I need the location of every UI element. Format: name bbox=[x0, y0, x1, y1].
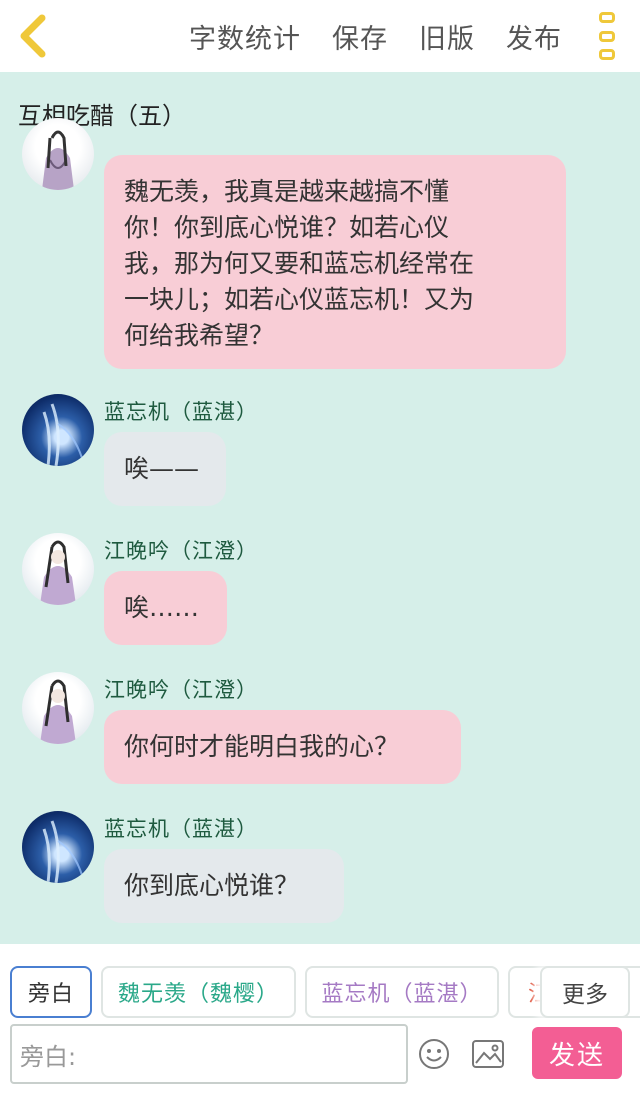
message-input[interactable]: 旁白: bbox=[10, 1024, 408, 1084]
message-bubble: 你到底心悦谁？ bbox=[104, 849, 344, 923]
back-button[interactable] bbox=[12, 12, 56, 60]
lan-wangji-avatar[interactable] bbox=[22, 811, 94, 883]
chevron-left-icon bbox=[20, 14, 46, 58]
message-bubble: 你何时才能明白我的心？ bbox=[104, 710, 461, 784]
message-line: 何给我希望？ bbox=[124, 321, 275, 350]
top-toolbar: 字数统计 保存 旧版 发布 bbox=[0, 0, 640, 72]
emoji-icon[interactable] bbox=[418, 1038, 450, 1070]
speaker-name: 蓝忘机（蓝湛） bbox=[104, 400, 258, 424]
jiang-wanyin-avatar[interactable] bbox=[22, 672, 94, 744]
message-bubble: 唉—— bbox=[104, 432, 226, 506]
more-roles-button[interactable]: 更多 bbox=[540, 966, 630, 1018]
role-chip-narration[interactable]: 旁白 bbox=[10, 966, 92, 1018]
speaker-name: 江晚吟（江澄） bbox=[104, 678, 258, 702]
message-line: 一块儿；如若心仪蓝忘机！又为 bbox=[124, 285, 475, 314]
role-chip-lan-wangji[interactable]: 蓝忘机（蓝湛） bbox=[305, 966, 499, 1018]
wei-wuxian-avatar[interactable] bbox=[22, 118, 94, 190]
message-bubble: 唉…… bbox=[104, 571, 227, 645]
speaker-name: 江晚吟（江澄） bbox=[104, 539, 258, 563]
word-count-button[interactable]: 字数统计 bbox=[189, 17, 301, 56]
vertical-dots-icon[interactable] bbox=[596, 12, 618, 60]
compose-panel: 旁白 魏无羡（魏樱） 蓝忘机（蓝湛） 江 更多 旁白: 发送 bbox=[0, 944, 640, 1094]
jiang-wanyin-avatar[interactable] bbox=[22, 533, 94, 605]
toolbar-actions: 字数统计 保存 旧版 发布 bbox=[189, 0, 562, 72]
old-version-button[interactable]: 旧版 bbox=[419, 17, 475, 56]
send-button[interactable]: 发送 bbox=[532, 1027, 622, 1079]
message-line: 你！你到底心悦谁？如若心仪 bbox=[124, 213, 450, 242]
publish-button[interactable]: 发布 bbox=[506, 17, 562, 56]
message-line: 我，那为何又要和蓝忘机经常在 bbox=[124, 249, 475, 278]
message-line: 魏无羡，我真是越来越搞不懂 bbox=[124, 177, 450, 206]
message-bubble: 魏无羡，我真是越来越搞不懂 你！你到底心悦谁？如若心仪 我，那为何又要和蓝忘机经… bbox=[104, 155, 566, 369]
image-icon[interactable] bbox=[471, 1038, 505, 1070]
save-button[interactable]: 保存 bbox=[332, 17, 388, 56]
lan-wangji-avatar[interactable] bbox=[22, 394, 94, 466]
speaker-name: 蓝忘机（蓝湛） bbox=[104, 817, 258, 841]
role-chip-wei-wuxian[interactable]: 魏无羡（魏樱） bbox=[101, 966, 296, 1018]
